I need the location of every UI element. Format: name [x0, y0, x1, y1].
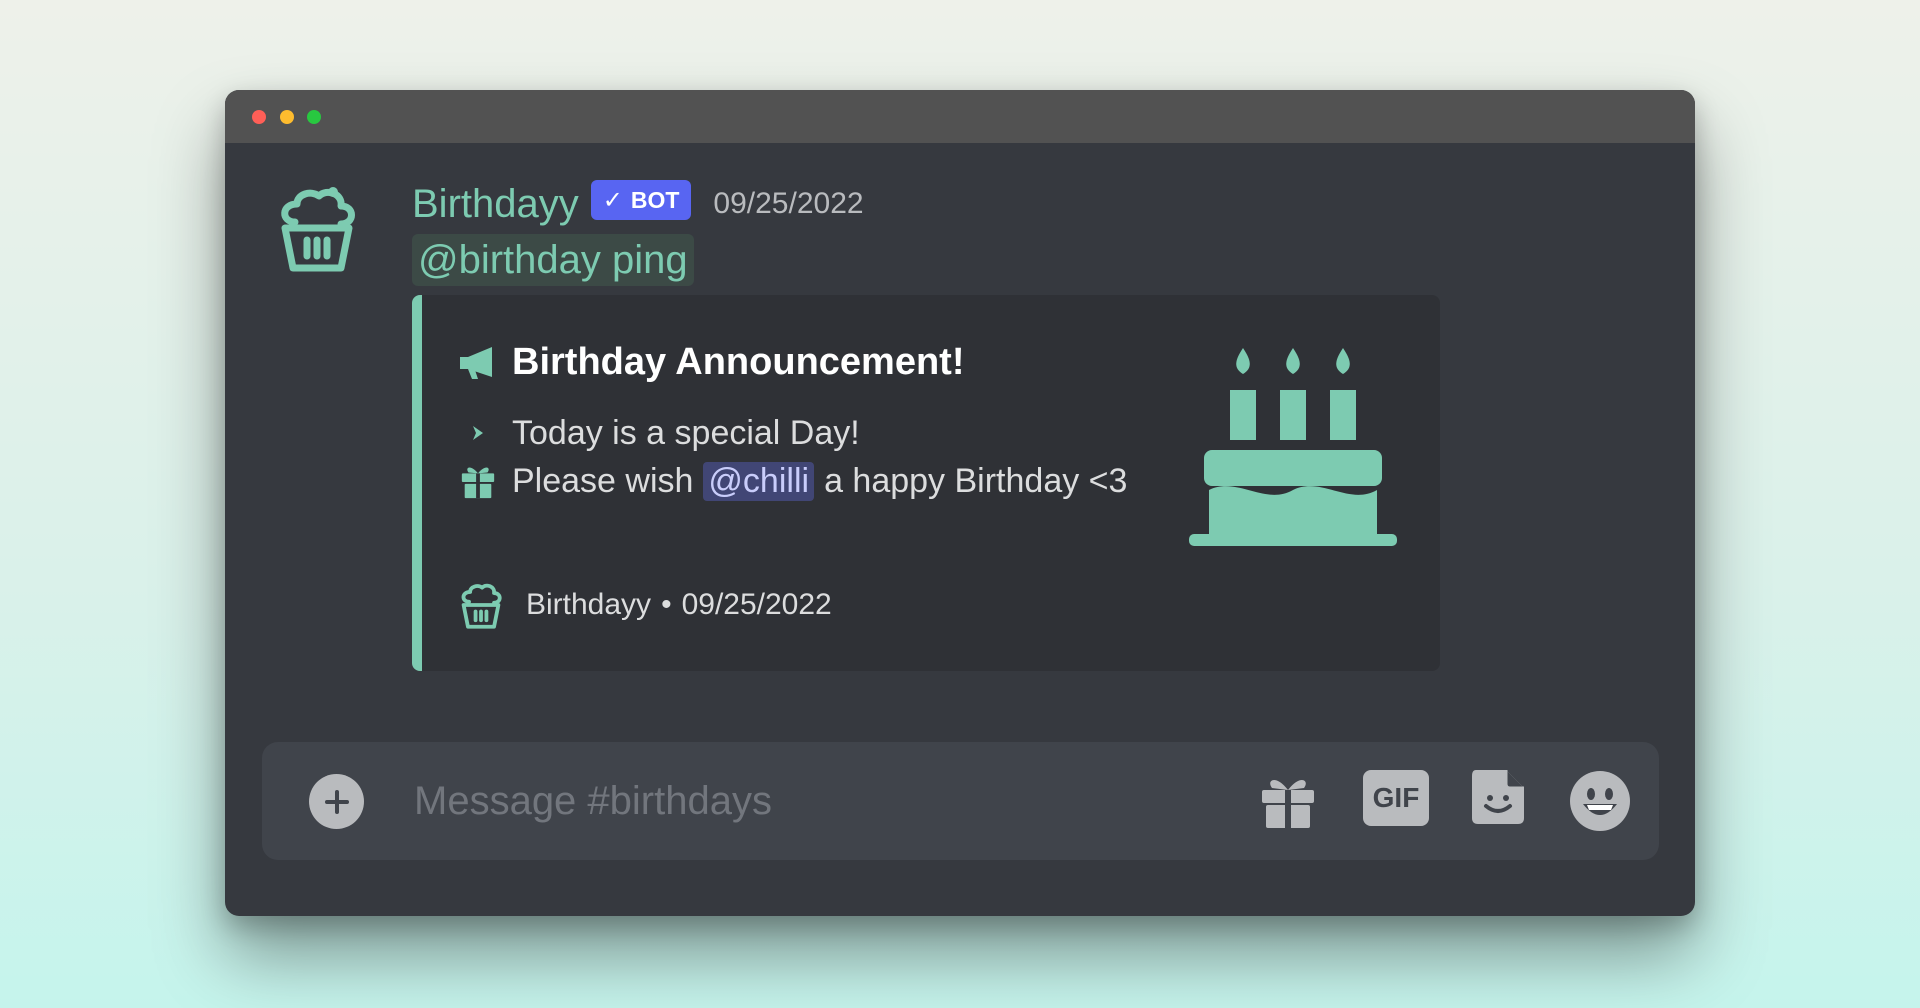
cupcake-icon[interactable] — [275, 182, 359, 274]
megaphone-icon — [460, 346, 492, 379]
gift-icon — [458, 461, 498, 501]
birthday-cake-icon[interactable] — [1187, 340, 1399, 550]
bot-badge: ✓ BOT — [590, 180, 692, 220]
embed-title: Birthday Announcement! — [458, 341, 965, 384]
username[interactable]: Birthdayy — [412, 176, 579, 232]
sticker-icon[interactable] — [1470, 768, 1526, 826]
embed-footer-name: Birthdayy — [526, 588, 652, 621]
embed-line1-text: Today is a special Day! — [512, 413, 860, 452]
smiley-icon[interactable] — [1569, 770, 1631, 832]
embed-footer-date: 09/25/2022 — [681, 588, 832, 621]
message-composer: GIF — [262, 742, 1659, 860]
cupcake-icon — [461, 583, 502, 629]
message-header: Birthdayy ✓ BOT 09/25/2022 — [412, 176, 864, 232]
user-mention[interactable]: @chilli — [703, 461, 815, 501]
gif-button[interactable]: GIF — [1363, 770, 1429, 826]
embed-footer-separator: • — [661, 588, 672, 621]
embed-footer: Birthdayy • 09/25/2022 — [458, 580, 832, 630]
maximize-window-button[interactable] — [307, 110, 321, 124]
title-bar — [225, 90, 1695, 143]
role-mention[interactable]: @birthday ping — [412, 234, 694, 286]
embed-line2-suffix: a happy Birthday <3 — [824, 461, 1128, 500]
message-input[interactable] — [412, 764, 1196, 838]
minimize-window-button[interactable] — [280, 110, 294, 124]
message-timestamp: 09/25/2022 — [713, 187, 864, 220]
announcement-embed: Birthday Announcement! Today is a specia… — [412, 295, 1440, 671]
close-window-button[interactable] — [252, 110, 266, 124]
chevron-right-icon — [458, 413, 498, 453]
plus-circle-icon[interactable] — [309, 774, 364, 829]
embed-line2-prefix: Please wish — [512, 461, 694, 500]
checkmark-icon: ✓ — [602, 186, 623, 214]
bot-badge-label: BOT — [630, 186, 680, 213]
embed-line-wish: Please wish @chilli a happy Birthday <3 — [458, 461, 1127, 501]
embed-line-special-day: Today is a special Day! — [458, 413, 860, 453]
app-window: Birthdayy ✓ BOT 09/25/2022 @birthday pin… — [225, 90, 1695, 916]
gift-icon[interactable] — [1260, 772, 1316, 830]
embed-title-text: Birthday Announcement! — [512, 341, 965, 383]
